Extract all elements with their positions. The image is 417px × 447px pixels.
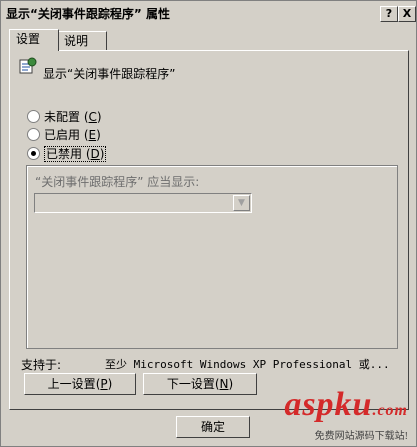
help-button[interactable]: ? [380,6,398,22]
previous-setting-label: 上一设置 [47,377,96,391]
next-setting-hotkey: N [219,377,229,391]
previous-setting-hotkey: P [100,377,108,391]
radio-not-configured[interactable]: 未配置 (C) [27,108,102,124]
chevron-down-icon[interactable]: ▼ [233,195,250,211]
window-title: 显示“关闭事件跟踪程序” 属性 [6,7,170,21]
radio-circle[interactable] [27,128,40,141]
close-button[interactable]: X [398,6,416,22]
ok-button[interactable]: 确定 [176,416,250,438]
radio-label: 已禁用 [46,147,83,161]
policy-settings-icon [19,57,37,74]
watermark-tagline: 免费网站源码下载站! [314,431,408,442]
title-bar: 显示“关闭事件跟踪程序” 属性 ? X [2,2,416,23]
display-select[interactable]: ▼ [34,193,252,213]
policy-name: 显示“关闭事件跟踪程序” [43,67,176,81]
properties-dialog: 显示“关闭事件跟踪程序” 属性 ? X 设置 说明 显示“关闭事件跟踪程序” 未… [0,0,417,447]
previous-setting-button[interactable]: 上一设置(P) [24,373,136,395]
radio-hotkey: C [88,110,97,124]
radio-circle[interactable] [27,110,40,123]
radio-hotkey: E [88,128,97,142]
supported-on-text: 至少 Microsoft Windows XP Professional 或..… [105,358,390,371]
radio-label: 已启用 [44,128,81,142]
radio-hotkey: D [90,147,100,161]
supported-on-label: 支持于: [21,358,62,372]
options-group-label: “关闭事件跟踪程序” 应当显示: [35,175,200,189]
radio-label: 未配置 [44,110,81,124]
watermark-logo: aspku.com 免费网站源码下载站! [284,386,408,443]
tab-settings[interactable]: 设置 [9,29,59,51]
radio-disabled[interactable]: 已禁用 (D) [27,145,107,162]
radio-enabled[interactable]: 已启用 (E) [27,126,101,142]
watermark-domain: .com [372,402,408,419]
ok-button-label: 确定 [200,420,225,434]
tab-explain-label: 说明 [64,34,89,48]
tab-explain[interactable]: 说明 [57,31,107,50]
radio-circle-checked[interactable] [27,147,40,160]
next-setting-label: 下一设置 [166,377,215,391]
tab-settings-label: 设置 [16,32,41,46]
next-setting-button[interactable]: 下一设置(N) [143,373,257,395]
watermark-brand: aspku [284,386,373,423]
